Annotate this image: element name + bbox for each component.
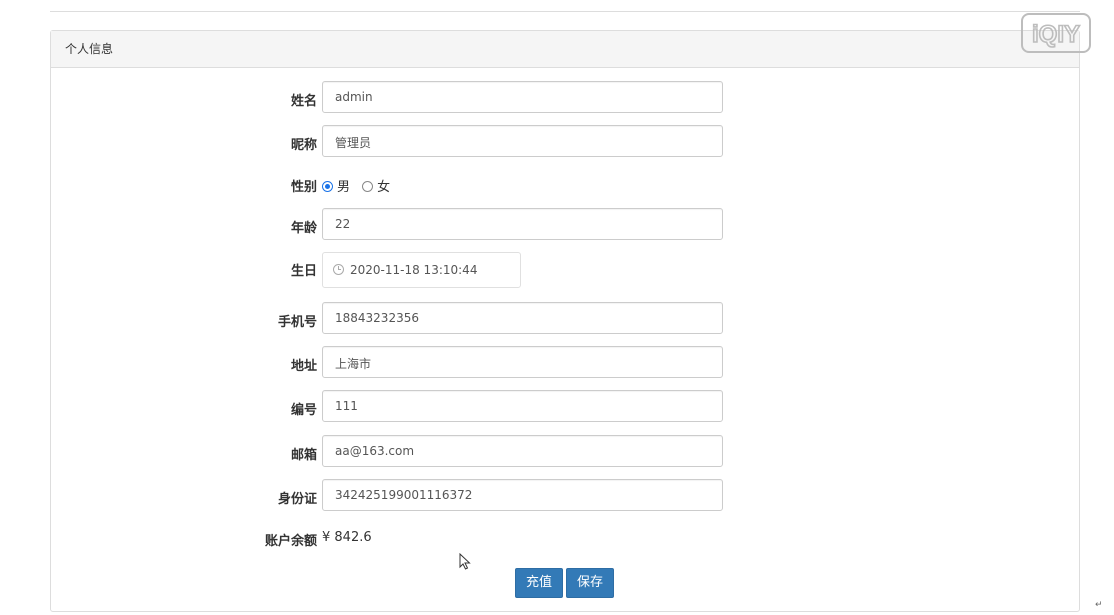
gender-radio-group: 男 女 (322, 176, 398, 195)
gender-female-label[interactable]: 女 (377, 180, 390, 195)
return-mark: ↵ (1095, 600, 1103, 610)
phone-label: 手机号 (277, 315, 317, 330)
watermark-text: iQIY (1032, 21, 1080, 48)
balance-value: ¥ 842.6 (322, 530, 372, 545)
nickname-field[interactable]: 管理员 (322, 125, 723, 157)
birthday-datetime-picker[interactable]: 2020-11-18 13:10:44 (322, 252, 521, 288)
address-field[interactable]: 上海市 (322, 346, 723, 378)
age-field[interactable]: 22 (322, 208, 723, 240)
name-field[interactable]: admin (322, 81, 723, 113)
mouse-cursor-icon (459, 553, 471, 570)
clock-icon (333, 264, 344, 275)
birthday-value: 2020-11-18 13:10:44 (350, 263, 478, 277)
balance-label: 账户余额 (264, 534, 317, 549)
gender-label: 性别 (290, 180, 317, 195)
number-field[interactable]: 111 (322, 390, 723, 422)
top-divider (50, 11, 1080, 12)
gender-male-label[interactable]: 男 (337, 180, 350, 195)
address-label: 地址 (290, 359, 317, 374)
birthday-label: 生日 (290, 264, 317, 279)
number-label: 编号 (290, 403, 317, 418)
id-card-label: 身份证 (277, 492, 317, 507)
iqiyi-logo-icon: iQIY (1021, 13, 1091, 53)
name-label: 姓名 (290, 94, 317, 109)
phone-field[interactable]: 18843232356 (322, 302, 723, 334)
gender-male-radio[interactable] (322, 181, 333, 192)
save-button[interactable]: 保存 (566, 568, 615, 598)
panel-title: 个人信息 (51, 31, 1079, 68)
nickname-label: 昵称 (290, 138, 317, 153)
personal-info-panel: 个人信息 姓名 admin 昵称 管理员 性别 男 女 年龄 22 生日 202… (50, 30, 1080, 612)
recharge-button[interactable]: 充值 (515, 568, 564, 598)
age-label: 年龄 (290, 221, 317, 236)
id-card-field[interactable]: 342425199001116372 (322, 479, 723, 511)
email-field[interactable]: aa@163.com (322, 435, 723, 467)
email-label: 邮箱 (290, 448, 317, 463)
gender-female-radio[interactable] (362, 181, 374, 192)
